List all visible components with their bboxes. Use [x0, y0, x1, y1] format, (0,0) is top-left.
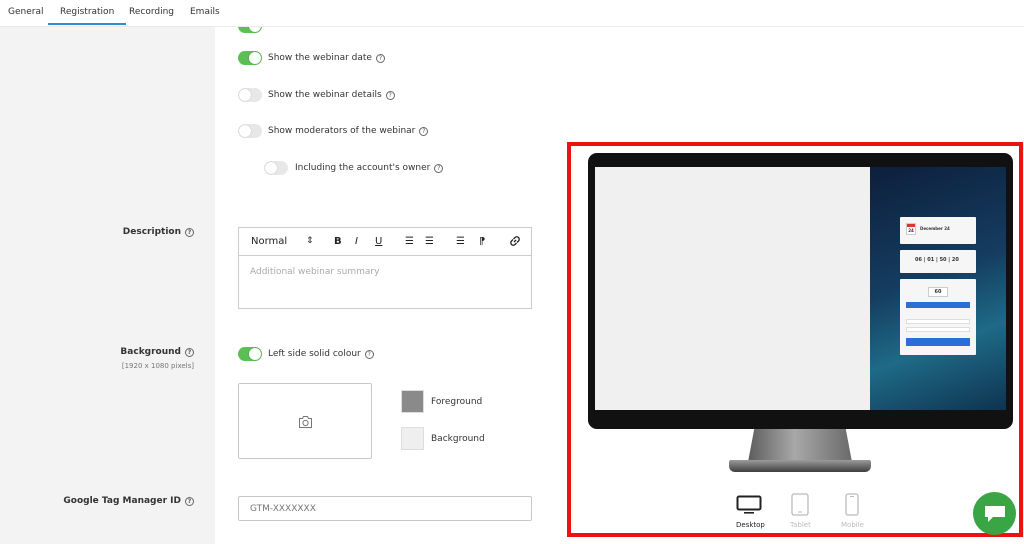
show-moderators-toggle[interactable]	[238, 124, 262, 138]
preview-right-panel: 24 December 24 06 | 01 | 50 | 20 60	[870, 167, 1006, 410]
format-chevron-icon[interactable]: ⇕	[306, 236, 314, 246]
description-label: Description	[122, 227, 181, 237]
preview-name-field	[906, 319, 970, 324]
tab-bar: General Registration Recording Emails	[0, 0, 1024, 27]
preview-seats: 60	[928, 287, 948, 297]
preview-email-field	[906, 327, 970, 332]
tab-recording[interactable]: Recording	[129, 7, 174, 17]
description-textarea[interactable]: Additional webinar summary	[239, 256, 531, 288]
preview-date-day: 24	[908, 228, 914, 233]
editor-toolbar: Normal ⇕ B I U ☰ ☰ ☰ ⁋	[239, 228, 531, 256]
description-field-label: Description?	[123, 227, 194, 237]
gtm-field-label: Google Tag Manager ID?	[63, 496, 194, 506]
preview-screen: 24 December 24 06 | 01 | 50 | 20 60	[595, 167, 1006, 410]
countdown-seconds: 20	[951, 257, 959, 263]
background-field-label: Background?	[120, 347, 194, 357]
align-icon[interactable]: ☰	[456, 236, 465, 247]
show-details-label: Show the webinar details	[268, 90, 382, 100]
show-moderators-option: Show moderators of the webinar?	[268, 126, 429, 136]
help-icon[interactable]: ?	[419, 127, 429, 136]
monitor-stand	[748, 429, 852, 462]
help-icon[interactable]: ?	[385, 91, 395, 100]
mobile-device-button[interactable]	[845, 493, 859, 516]
show-details-toggle[interactable]	[238, 88, 262, 102]
countdown-minutes: 50	[939, 257, 947, 263]
tab-emails[interactable]: Emails	[190, 7, 220, 17]
bullet-list-icon[interactable]: ☰	[425, 236, 434, 247]
background-image-upload[interactable]	[238, 383, 372, 459]
tablet-icon	[791, 493, 809, 516]
chat-button[interactable]	[973, 492, 1016, 535]
countdown-days: 06	[915, 257, 922, 263]
chat-icon	[985, 506, 1005, 522]
help-icon[interactable]: ?	[185, 348, 194, 357]
include-owner-option: Including the account's owner?	[295, 163, 444, 173]
tablet-label[interactable]: Tablet	[790, 521, 811, 529]
show-date-option: Show the webinar date?	[268, 53, 385, 63]
help-icon[interactable]: ?	[364, 350, 374, 359]
background-size-hint: [1920 x 1080 pixels]	[121, 362, 194, 370]
tab-general[interactable]: General	[8, 7, 43, 17]
tab-registration[interactable]: Registration	[47, 7, 127, 25]
include-owner-toggle[interactable]	[264, 161, 288, 175]
countdown-hours: 01	[927, 257, 935, 263]
background-color-swatch[interactable]	[401, 427, 424, 450]
tablet-device-button[interactable]	[791, 493, 809, 516]
help-icon[interactable]: ?	[185, 497, 194, 506]
preview-countdown-card: 06 | 01 | 50 | 20	[900, 250, 976, 273]
help-icon[interactable]: ?	[185, 228, 194, 237]
camera-icon	[299, 416, 312, 428]
preview-sso-button	[906, 302, 970, 308]
link-icon[interactable]	[509, 235, 521, 250]
left-solid-colour-option: Left side solid colour?	[268, 349, 374, 359]
label-column	[0, 27, 215, 544]
description-editor[interactable]: Normal ⇕ B I U ☰ ☰ ☰ ⁋ Additional webina…	[238, 227, 532, 309]
desktop-label[interactable]: Desktop	[736, 521, 765, 529]
foreground-label: Foreground	[431, 397, 483, 407]
mobile-label[interactable]: Mobile	[841, 521, 864, 529]
bold-button[interactable]: B	[334, 236, 342, 247]
preview-countdown: 06 | 01 | 50 | 20	[915, 257, 959, 263]
gtm-input[interactable]	[238, 496, 532, 521]
desktop-device-button[interactable]	[736, 495, 762, 515]
help-icon[interactable]: ?	[375, 54, 385, 63]
preview-signin-button	[906, 338, 970, 346]
include-owner-label: Including the account's owner	[295, 163, 431, 173]
preview-date-text: December 24	[920, 226, 950, 231]
help-icon[interactable]: ?	[434, 164, 444, 173]
preview-registration-card: 60	[900, 279, 976, 355]
left-solid-colour-toggle[interactable]	[238, 347, 262, 361]
show-moderators-label: Show moderators of the webinar	[268, 126, 416, 136]
desktop-icon	[736, 495, 762, 514]
ordered-list-icon[interactable]: ☰	[405, 236, 414, 247]
show-date-label: Show the webinar date	[268, 53, 372, 63]
show-date-toggle[interactable]	[238, 51, 262, 65]
text-direction-icon[interactable]: ⁋	[479, 236, 485, 247]
foreground-color-swatch[interactable]	[401, 390, 424, 413]
left-solid-colour-label: Left side solid colour	[268, 349, 361, 359]
underline-button[interactable]: U	[375, 236, 382, 247]
monitor-base	[729, 460, 871, 472]
gtm-label: Google Tag Manager ID	[63, 496, 181, 506]
italic-button[interactable]: I	[355, 236, 358, 247]
calendar-icon: 24	[906, 223, 916, 235]
mobile-icon	[845, 493, 859, 516]
show-details-option: Show the webinar details?	[268, 90, 395, 100]
background-color-label: Background	[431, 434, 485, 444]
format-select[interactable]: Normal	[251, 236, 287, 247]
preview-date-card: 24 December 24	[900, 217, 976, 244]
background-label: Background	[120, 347, 181, 357]
